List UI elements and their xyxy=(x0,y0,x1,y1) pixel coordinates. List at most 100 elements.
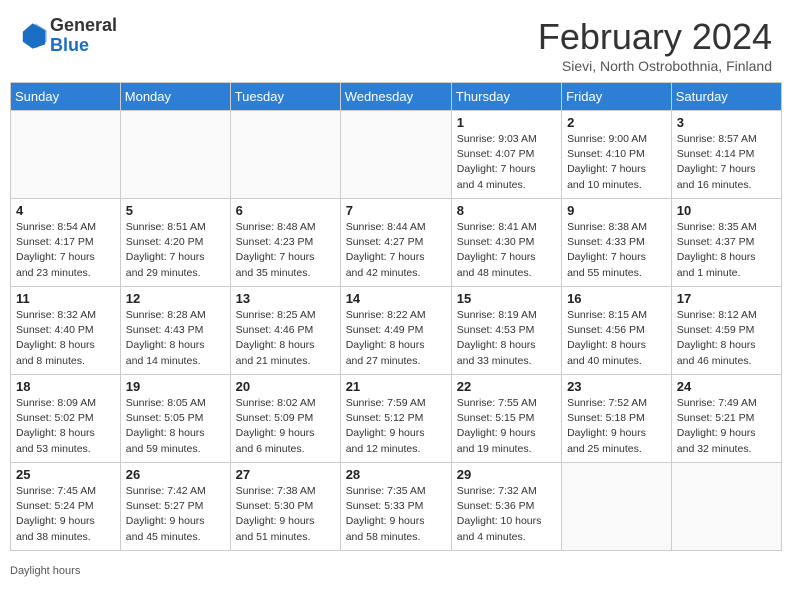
day-number: 10 xyxy=(677,203,776,218)
calendar-cell xyxy=(120,111,230,199)
weekday-header-wednesday: Wednesday xyxy=(340,83,451,111)
day-info: Sunrise: 8:12 AMSunset: 4:59 PMDaylight:… xyxy=(677,308,776,369)
day-info: Sunrise: 8:22 AMSunset: 4:49 PMDaylight:… xyxy=(346,308,446,369)
calendar-week-row: 4Sunrise: 8:54 AMSunset: 4:17 PMDaylight… xyxy=(11,199,782,287)
weekday-header-thursday: Thursday xyxy=(451,83,561,111)
calendar-cell: 26 Sunrise: 7:42 AMSunset: 5:27 PMDayligh… xyxy=(120,463,230,551)
day-info: Sunrise: 9:03 AMSunset: 4:07 PMDaylight:… xyxy=(457,132,556,193)
weekday-header-friday: Friday xyxy=(562,83,672,111)
calendar-week-row: 1 Sunrise: 9:03 AMSunset: 4:07 PMDaylight… xyxy=(11,111,782,199)
calendar-cell: 14 Sunrise: 8:22 AMSunset: 4:49 PMDayligh… xyxy=(340,287,451,375)
day-number: 3 xyxy=(677,115,776,130)
calendar-cell: 9 Sunrise: 8:38 AMSunset: 4:33 PMDaylight… xyxy=(562,199,672,287)
day-info: Sunrise: 7:55 AMSunset: 5:15 PMDaylight:… xyxy=(457,396,556,457)
day-info: Sunrise: 7:45 AMSunset: 5:24 PMDaylight:… xyxy=(16,484,115,545)
logo-general-text: General xyxy=(50,16,117,36)
month-title: February 2024 xyxy=(538,16,772,58)
day-info: Sunrise: 8:41 AMSunset: 4:30 PMDaylight:… xyxy=(457,220,556,281)
day-number: 8 xyxy=(457,203,556,218)
weekday-header-saturday: Saturday xyxy=(671,83,781,111)
logo-icon xyxy=(20,22,48,50)
calendar-cell: 3 Sunrise: 8:57 AMSunset: 4:14 PMDaylight… xyxy=(671,111,781,199)
day-number: 14 xyxy=(346,291,446,306)
day-number: 18 xyxy=(16,379,115,394)
calendar-cell: 10 Sunrise: 8:35 AMSunset: 4:37 PMDayligh… xyxy=(671,199,781,287)
calendar-wrapper: SundayMondayTuesdayWednesdayThursdayFrid… xyxy=(0,82,792,561)
day-number: 2 xyxy=(567,115,666,130)
day-number: 9 xyxy=(567,203,666,218)
calendar-cell xyxy=(340,111,451,199)
calendar-week-row: 18 Sunrise: 8:09 AMSunset: 5:02 PMDayligh… xyxy=(11,375,782,463)
day-info: Sunrise: 8:38 AMSunset: 4:33 PMDaylight:… xyxy=(567,220,666,281)
location-text: Sievi, North Ostrobothnia, Finland xyxy=(538,58,772,74)
day-number: 19 xyxy=(126,379,225,394)
day-info: Sunrise: 7:38 AMSunset: 5:30 PMDaylight:… xyxy=(236,484,335,545)
calendar-cell: 1 Sunrise: 9:03 AMSunset: 4:07 PMDaylight… xyxy=(451,111,561,199)
calendar-cell: 8 Sunrise: 8:41 AMSunset: 4:30 PMDaylight… xyxy=(451,199,561,287)
day-info: Sunrise: 8:19 AMSunset: 4:53 PMDaylight:… xyxy=(457,308,556,369)
calendar-cell xyxy=(230,111,340,199)
day-info: Sunrise: 8:09 AMSunset: 5:02 PMDaylight:… xyxy=(16,396,115,457)
calendar-cell: 21 Sunrise: 7:59 AMSunset: 5:12 PMDayligh… xyxy=(340,375,451,463)
calendar-cell: 24 Sunrise: 7:49 AMSunset: 5:21 PMDayligh… xyxy=(671,375,781,463)
day-number: 1 xyxy=(457,115,556,130)
calendar-cell: 15 Sunrise: 8:19 AMSunset: 4:53 PMDayligh… xyxy=(451,287,561,375)
day-info: Sunrise: 8:05 AMSunset: 5:05 PMDaylight:… xyxy=(126,396,225,457)
calendar-cell: 5Sunrise: 8:51 AMSunset: 4:20 PMDaylight… xyxy=(120,199,230,287)
calendar-cell: 22 Sunrise: 7:55 AMSunset: 5:15 PMDayligh… xyxy=(451,375,561,463)
calendar-cell: 12Sunrise: 8:28 AMSunset: 4:43 PMDayligh… xyxy=(120,287,230,375)
day-number: 21 xyxy=(346,379,446,394)
logo: General Blue xyxy=(20,16,117,56)
day-info: Sunrise: 7:42 AMSunset: 5:27 PMDaylight:… xyxy=(126,484,225,545)
calendar-cell: 11Sunrise: 8:32 AMSunset: 4:40 PMDayligh… xyxy=(11,287,121,375)
weekday-header-row: SundayMondayTuesdayWednesdayThursdayFrid… xyxy=(11,83,782,111)
calendar-week-row: 11Sunrise: 8:32 AMSunset: 4:40 PMDayligh… xyxy=(11,287,782,375)
title-area: February 2024 Sievi, North Ostrobothnia,… xyxy=(538,16,772,74)
day-info: Sunrise: 7:59 AMSunset: 5:12 PMDaylight:… xyxy=(346,396,446,457)
day-info: Sunrise: 9:00 AMSunset: 4:10 PMDaylight:… xyxy=(567,132,666,193)
calendar-cell xyxy=(671,463,781,551)
calendar-cell: 25 Sunrise: 7:45 AMSunset: 5:24 PMDayligh… xyxy=(11,463,121,551)
calendar-cell: 17Sunrise: 8:12 AMSunset: 4:59 PMDayligh… xyxy=(671,287,781,375)
calendar-cell: 20Sunrise: 8:02 AMSunset: 5:09 PMDayligh… xyxy=(230,375,340,463)
calendar-table: SundayMondayTuesdayWednesdayThursdayFrid… xyxy=(10,82,782,551)
day-info: Sunrise: 8:57 AMSunset: 4:14 PMDaylight:… xyxy=(677,132,776,193)
day-info: Sunrise: 8:25 AMSunset: 4:46 PMDaylight:… xyxy=(236,308,335,369)
daylight-hours-label: Daylight hours xyxy=(10,565,80,577)
calendar-cell: 28Sunrise: 7:35 AMSunset: 5:33 PMDayligh… xyxy=(340,463,451,551)
day-number: 26 xyxy=(126,467,225,482)
calendar-cell: 13Sunrise: 8:25 AMSunset: 4:46 PMDayligh… xyxy=(230,287,340,375)
weekday-header-sunday: Sunday xyxy=(11,83,121,111)
day-number: 15 xyxy=(457,291,556,306)
day-info: Sunrise: 8:28 AMSunset: 4:43 PMDaylight:… xyxy=(126,308,225,369)
day-number: 22 xyxy=(457,379,556,394)
day-number: 7 xyxy=(346,203,446,218)
calendar-cell: 16 Sunrise: 8:15 AMSunset: 4:56 PMDayligh… xyxy=(562,287,672,375)
day-info: Sunrise: 8:54 AMSunset: 4:17 PMDaylight:… xyxy=(16,220,115,281)
day-number: 5 xyxy=(126,203,225,218)
weekday-header-tuesday: Tuesday xyxy=(230,83,340,111)
day-info: Sunrise: 8:15 AMSunset: 4:56 PMDaylight:… xyxy=(567,308,666,369)
page-header: General Blue February 2024 Sievi, North … xyxy=(0,0,792,82)
calendar-cell: 6Sunrise: 8:48 AMSunset: 4:23 PMDaylight… xyxy=(230,199,340,287)
day-number: 24 xyxy=(677,379,776,394)
day-info: Sunrise: 8:02 AMSunset: 5:09 PMDaylight:… xyxy=(236,396,335,457)
day-info: Sunrise: 8:35 AMSunset: 4:37 PMDaylight:… xyxy=(677,220,776,281)
day-info: Sunrise: 7:32 AMSunset: 5:36 PMDaylight:… xyxy=(457,484,556,545)
day-info: Sunrise: 8:32 AMSunset: 4:40 PMDaylight:… xyxy=(16,308,115,369)
calendar-cell: 7Sunrise: 8:44 AMSunset: 4:27 PMDaylight… xyxy=(340,199,451,287)
calendar-cell xyxy=(11,111,121,199)
calendar-cell: 2 Sunrise: 9:00 AMSunset: 4:10 PMDaylight… xyxy=(562,111,672,199)
calendar-cell: 23 Sunrise: 7:52 AMSunset: 5:18 PMDayligh… xyxy=(562,375,672,463)
day-number: 23 xyxy=(567,379,666,394)
calendar-cell: 19 Sunrise: 8:05 AMSunset: 5:05 PMDayligh… xyxy=(120,375,230,463)
day-info: Sunrise: 7:52 AMSunset: 5:18 PMDaylight:… xyxy=(567,396,666,457)
weekday-header-monday: Monday xyxy=(120,83,230,111)
day-info: Sunrise: 8:48 AMSunset: 4:23 PMDaylight:… xyxy=(236,220,335,281)
logo-text: General Blue xyxy=(50,16,117,56)
calendar-cell: 27Sunrise: 7:38 AMSunset: 5:30 PMDayligh… xyxy=(230,463,340,551)
calendar-cell: 4Sunrise: 8:54 AMSunset: 4:17 PMDaylight… xyxy=(11,199,121,287)
day-number: 16 xyxy=(567,291,666,306)
day-info: Sunrise: 7:49 AMSunset: 5:21 PMDaylight:… xyxy=(677,396,776,457)
day-number: 25 xyxy=(16,467,115,482)
